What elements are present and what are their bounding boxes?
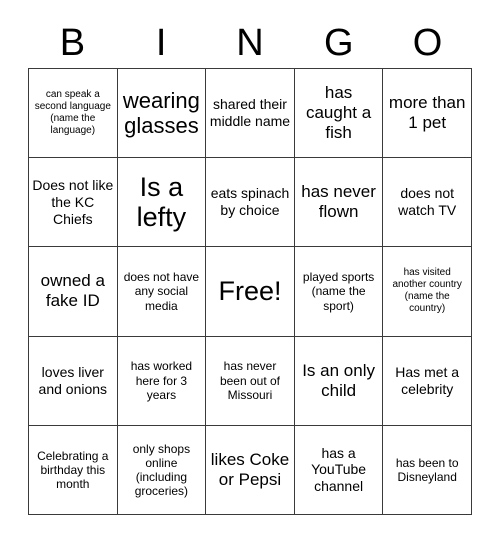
bingo-square-text: has been to Disneyland (395, 455, 459, 484)
bingo-square[interactable]: played sports (name the sport) (294, 247, 384, 337)
bingo-square-text: only shops online (including groceries) (132, 441, 191, 499)
bingo-square[interactable]: only shops online (including groceries) (117, 425, 207, 515)
bingo-square-text: Does not like the KC Chiefs (32, 177, 114, 227)
bingo-square[interactable]: more than 1 pet (383, 69, 472, 159)
bingo-square-text: more than 1 pet (388, 93, 466, 133)
bingo-square-text: owned a fake ID (40, 271, 105, 311)
bingo-square[interactable]: has a YouTube channel (294, 425, 384, 515)
bingo-square-text: has worked here for 3 years (130, 359, 193, 402)
bingo-square-text: played sports (name the sport) (302, 270, 375, 313)
bingo-square-text: has a YouTube channel (311, 444, 367, 495)
bingo-square[interactable]: loves liver and onions (29, 336, 118, 426)
bingo-square[interactable]: has worked here for 3 years (117, 336, 207, 426)
bingo-square[interactable]: has caught a fish (294, 69, 384, 159)
bingo-square-text: wearing glasses (122, 87, 200, 139)
bingo-grid: can speak a second language (name the la… (28, 68, 472, 515)
bingo-free-space-text: Free! (218, 276, 282, 307)
bingo-square[interactable]: has visited another country (name the co… (383, 247, 472, 337)
bingo-square-text: Celebrating a birthday this month (37, 448, 109, 491)
bingo-header-letter-g: G (324, 22, 354, 64)
bingo-square-text: eats spinach by choice (210, 185, 290, 219)
bingo-square-text: has never flown (301, 182, 376, 222)
bingo-square-text: does not have any social media (123, 270, 200, 313)
bingo-square[interactable]: eats spinach by choice (206, 158, 295, 248)
bingo-square[interactable]: has been to Disneyland (383, 425, 472, 515)
bingo-header-letter-o: O (412, 22, 443, 64)
bingo-square[interactable]: Does not like the KC Chiefs (29, 158, 118, 248)
bingo-square-text: loves liver and onions (38, 363, 108, 397)
bingo-square-text: has caught a fish (305, 83, 372, 143)
bingo-square[interactable]: shared their middle name (206, 69, 295, 159)
bingo-square[interactable]: has never been out of Missouri (206, 336, 295, 426)
bingo-square-text: Has met a celebrity (395, 363, 460, 397)
bingo-square[interactable]: likes Coke or Pepsi (206, 425, 295, 515)
bingo-square[interactable]: does not have any social media (117, 247, 207, 337)
bingo-square[interactable]: Is a lefty (117, 158, 207, 248)
bingo-square[interactable]: Is an only child (294, 336, 384, 426)
bingo-square-text: Is an only child (302, 360, 375, 400)
bingo-header-letter-b: B (59, 22, 86, 64)
bingo-square[interactable]: wearing glasses (117, 69, 207, 159)
bingo-square-text: has never been out of Missouri (219, 359, 281, 402)
bingo-card: B I N G O can speak a second language (n… (0, 0, 500, 544)
bingo-header: B I N G O (28, 18, 472, 68)
bingo-square[interactable]: has never flown (294, 158, 384, 248)
bingo-square[interactable]: owned a fake ID (29, 247, 118, 337)
bingo-header-letter-i: I (155, 22, 167, 64)
bingo-free-space[interactable]: Free! (206, 247, 295, 337)
bingo-square-text: can speak a second language (name the la… (34, 89, 111, 137)
bingo-square-text: likes Coke or Pepsi (210, 449, 290, 489)
bingo-square-text: has visited another country (name the co… (392, 267, 462, 315)
bingo-header-letter-n: N (236, 22, 264, 64)
bingo-square[interactable]: Has met a celebrity (383, 336, 472, 426)
bingo-square[interactable]: can speak a second language (name the la… (29, 69, 118, 159)
bingo-square[interactable]: Celebrating a birthday this month (29, 425, 118, 515)
bingo-square[interactable]: does not watch TV (383, 158, 472, 248)
bingo-square-text: does not watch TV (398, 185, 457, 219)
bingo-square-text: shared their middle name (209, 96, 291, 130)
bingo-square-text: Is a lefty (136, 172, 187, 233)
